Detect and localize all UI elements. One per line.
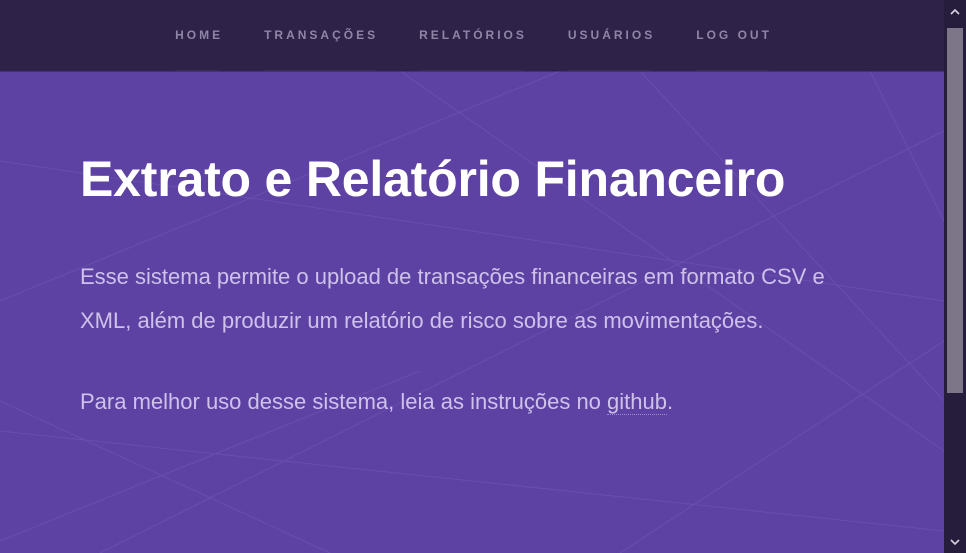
hero-section: Extrato e Relatório Financeiro Esse sist… bbox=[0, 71, 944, 553]
nav-item-transacoes[interactable]: TRANSAÇÕES bbox=[242, 0, 397, 71]
scroll-up-button[interactable] bbox=[944, 0, 966, 22]
nav-item-home[interactable]: HOME bbox=[153, 0, 242, 71]
instructions-prefix: Para melhor uso desse sistema, leia as i… bbox=[80, 389, 608, 414]
instructions-suffix: . bbox=[667, 389, 674, 414]
hero-description: Esse sistema permite o upload de transaç… bbox=[80, 264, 825, 333]
page-title: Extrato e Relatório Financeiro bbox=[80, 151, 786, 207]
main-nav: HOME TRANSAÇÕES RELATÓRIOS USUÁRIOS LOG … bbox=[0, 0, 944, 71]
nav-item-relatorios[interactable]: RELATÓRIOS bbox=[397, 0, 546, 71]
chevron-up-icon bbox=[950, 8, 960, 15]
vertical-scrollbar[interactable] bbox=[944, 0, 966, 553]
top-navigation-bar: HOME TRANSAÇÕES RELATÓRIOS USUÁRIOS LOG … bbox=[0, 0, 944, 71]
nav-item-logout[interactable]: LOG OUT bbox=[674, 0, 791, 71]
chevron-down-icon bbox=[950, 538, 960, 545]
page: HOME TRANSAÇÕES RELATÓRIOS USUÁRIOS LOG … bbox=[0, 0, 966, 553]
scroll-down-button[interactable] bbox=[944, 531, 966, 553]
hero-content: Extrato e Relatório Financeiro Esse sist… bbox=[80, 144, 870, 423]
instructions-text: Para melhor uso desse sistema, leia as i… bbox=[80, 380, 870, 423]
scrollbar-thumb[interactable] bbox=[947, 28, 963, 393]
nav-item-usuarios[interactable]: USUÁRIOS bbox=[546, 0, 674, 71]
github-link[interactable]: github bbox=[607, 389, 667, 415]
